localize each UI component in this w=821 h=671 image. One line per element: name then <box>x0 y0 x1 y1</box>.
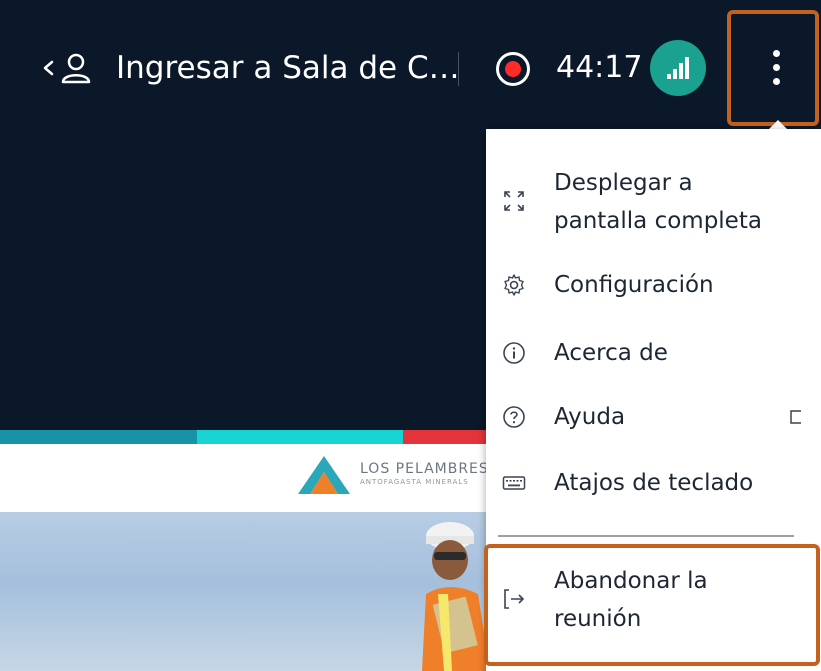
connection-quality-button[interactable] <box>650 40 706 96</box>
menu-item-label: Ayuda <box>554 404 626 430</box>
signal-bars-icon <box>667 57 689 79</box>
company-logo <box>298 456 350 494</box>
meeting-timer: 44:17 <box>556 50 643 85</box>
menu-divider <box>498 535 794 537</box>
meeting-title[interactable]: Ingresar a Sala de C… <box>116 48 460 88</box>
menu-item-label: Desplegar a <box>554 170 693 196</box>
kebab-icon <box>773 50 781 92</box>
external-link-icon <box>790 410 801 424</box>
menu-item-fullscreen[interactable]: Desplegar a pantalla completa <box>486 165 799 241</box>
brand-name: LOS PELAMBRES <box>360 461 489 477</box>
more-options-button[interactable] <box>727 10 819 126</box>
recording-icon <box>496 52 530 86</box>
chevron-left-icon[interactable] <box>40 50 58 86</box>
menu-item-label: pantalla completa <box>554 208 762 234</box>
meeting-window: Ingresar a Sala de C… 44:17 LOS PELAMBRE… <box>0 0 821 671</box>
keyboard-icon <box>502 476 526 490</box>
brand-subtitle: ANTOFAGASTA MINERALS <box>360 478 469 486</box>
menu-item-about[interactable]: Acerca de <box>486 335 799 371</box>
info-icon <box>503 342 525 364</box>
fullscreen-icon <box>504 191 524 211</box>
menu-item-keyboard-shortcuts[interactable]: Atajos de teclado <box>486 465 799 501</box>
menu-item-settings[interactable]: Configuración <box>486 267 799 303</box>
user-icon[interactable] <box>60 50 92 86</box>
leave-highlight-box <box>484 544 820 666</box>
meeting-header: Ingresar a Sala de C… 44:17 <box>0 0 821 126</box>
header-divider <box>458 52 459 86</box>
menu-item-label: Atajos de teclado <box>554 470 754 496</box>
menu-item-help[interactable]: Ayuda <box>486 399 799 435</box>
menu-item-label: Acerca de <box>554 340 668 366</box>
menu-item-label: Configuración <box>554 272 714 298</box>
help-icon <box>503 406 525 428</box>
gear-icon <box>504 274 524 296</box>
brand-stripe <box>0 430 493 444</box>
